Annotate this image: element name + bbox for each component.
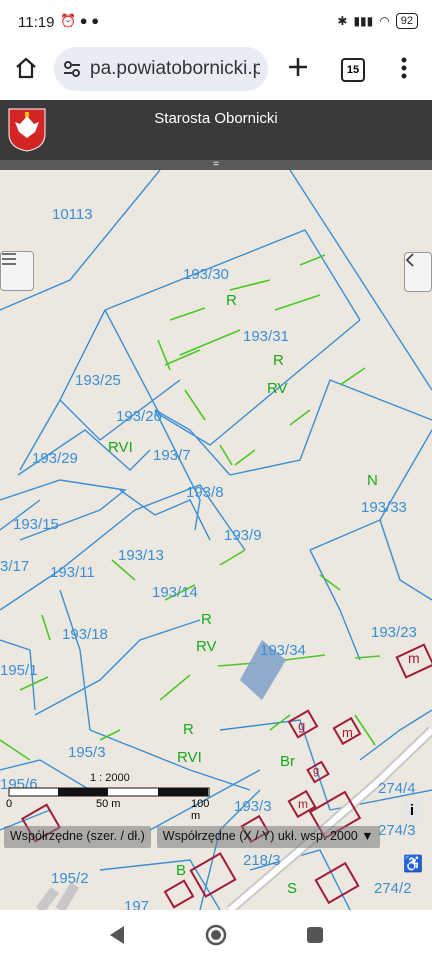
clock: 11:19 [18, 14, 55, 31]
land-use-label: RV [267, 380, 288, 397]
back-icon[interactable] [108, 925, 126, 945]
parcel-label: 193/33 [361, 499, 407, 516]
status-bar: 11:19 ⏰ ● ● ✱ ▮▮▮ ◠ 92 [0, 0, 432, 44]
land-use-label: N [367, 472, 378, 489]
parcel-label: 3/17 [0, 558, 30, 575]
battery-indicator: 92 [395, 13, 418, 29]
parcel-label: 274/3 [378, 822, 416, 839]
land-use-label: R [183, 721, 194, 738]
parcel-label: 193/18 [62, 626, 108, 643]
scale-ruler [8, 787, 210, 797]
browser-toolbar: pa.powiatobornicki.pl 15 [0, 44, 432, 100]
building-label: g [313, 765, 320, 777]
parcel-label: 195/1 [0, 662, 38, 679]
scale-tick: 100 m [191, 798, 210, 822]
hamburger-icon [2, 253, 16, 265]
parcel-label: 193/30 [183, 266, 229, 283]
scale-bar: 1 : 2000 0 50 m 100 m [6, 770, 210, 822]
parcel-label: 193/8 [186, 484, 224, 501]
xy-coordinates-select[interactable]: Współrzędne (X / Y) ukł. wsp. 2000 ▼ [156, 826, 380, 848]
parcel-label: 193/25 [75, 372, 121, 389]
page-title: Starosta Obornicki [154, 110, 278, 127]
parcel-label: 193/3 [234, 798, 272, 815]
parcel-label: 218/3 [243, 852, 281, 869]
accessibility-icon[interactable]: ♿ [402, 854, 424, 876]
parcel-label: 193/11 [50, 564, 95, 581]
address-bar[interactable]: pa.powiatobornicki.pl [54, 47, 268, 91]
parcel-label: 274/4 [378, 780, 416, 797]
parcel-label: 193/9 [224, 527, 262, 544]
new-tab-icon[interactable] [287, 56, 309, 78]
parcel-label: 274/2 [374, 880, 412, 897]
land-use-label: B [176, 862, 187, 879]
layers-menu-button[interactable] [0, 251, 34, 291]
system-indicators: ✱ ▮▮▮ ◠ 92 [337, 13, 418, 29]
building-label: m [408, 650, 420, 666]
parcel-label: 195/2 [51, 870, 89, 887]
scale-ratio: 1 : 2000 [90, 772, 130, 784]
parcel-label: 193/14 [152, 584, 198, 601]
url-text: pa.powiatobornicki.pl [90, 58, 260, 79]
parcel-label: 193/7 [153, 447, 191, 464]
building-label: g [298, 718, 306, 733]
parcel-label: 197 [124, 898, 150, 910]
tab-switcher-button[interactable]: 15 [341, 58, 365, 82]
map-view[interactable]: 10113 193/30 193/31 193/25 193/26 193/29… [0, 170, 432, 910]
bluetooth-icon: ✱ [337, 14, 348, 28]
building-label: m [342, 725, 353, 740]
parcel-label: 10113 [52, 206, 93, 223]
home-nav-icon[interactable] [204, 923, 228, 947]
parcel-label: 193/34 [260, 642, 306, 659]
parcel-label: 193/26 [116, 408, 162, 425]
wifi-icon: ◠ [379, 14, 390, 28]
home-icon[interactable] [14, 56, 38, 80]
parcel-label: 193/15 [13, 516, 59, 533]
land-use-label: Br [280, 753, 295, 770]
recents-icon[interactable] [306, 926, 324, 944]
parcel-label: 193/23 [371, 624, 417, 641]
building-label: m [298, 797, 308, 811]
scale-tick: 50 m [96, 798, 121, 810]
coordinate-readout: Współrzędne (szer. / dł.) Współrzędne (X… [4, 826, 380, 848]
system-nav-bar [0, 910, 432, 960]
chevron-left-icon [405, 253, 414, 267]
land-use-label: S [287, 880, 298, 897]
parcel-label: 193/13 [118, 547, 164, 564]
land-use-label: RV [196, 638, 217, 655]
land-use-label: R [273, 352, 284, 369]
info-button[interactable]: i [402, 800, 422, 822]
site-header: Starosta Obornicki [0, 100, 432, 160]
site-settings-icon[interactable] [62, 59, 82, 79]
menu-icon[interactable] [398, 56, 410, 80]
signal-icon: ▮▮▮ [353, 14, 374, 28]
land-use-label: R [226, 292, 237, 309]
land-use-label: RVI [108, 439, 133, 456]
notification-icons: ⏰ ● ● [60, 13, 100, 28]
parcel-label: 193/31 [243, 328, 289, 345]
geo-coordinates: Współrzędne (szer. / dł.) [4, 826, 151, 848]
right-panel-toggle[interactable] [404, 252, 432, 292]
land-use-label: R [201, 611, 212, 628]
land-use-label: RVI [177, 749, 202, 766]
parcel-label: 195/3 [68, 744, 106, 761]
scale-tick: 0 [6, 798, 13, 810]
parcel-label: 193/29 [32, 450, 78, 467]
panel-toggle-bar[interactable]: = [0, 160, 432, 170]
